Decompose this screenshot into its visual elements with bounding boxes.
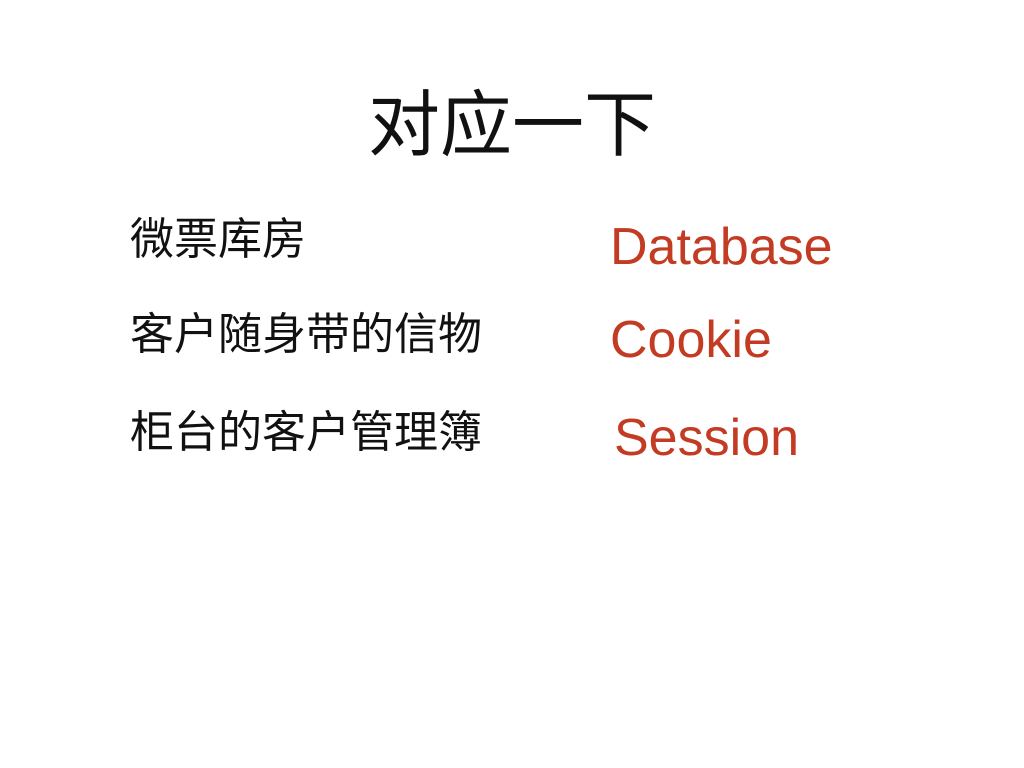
mapping-row-database: 微票库房 Database [0, 205, 1024, 285]
slide: 对应一下 微票库房 Database 客户随身带的信物 Cookie 柜台的客户… [0, 0, 1024, 768]
term-label: 客户随身带的信物 [130, 309, 482, 360]
mapping-label: Cookie [610, 311, 772, 369]
term-label: 柜台的客户管理簿 [130, 407, 482, 458]
mapping-row-session: 柜台的客户管理簿 Session [0, 398, 1024, 478]
mapping-label: Database [610, 218, 833, 276]
term-label: 微票库房 [130, 214, 306, 265]
mapping-label: Session [614, 409, 799, 467]
slide-title: 对应一下 [367, 83, 656, 167]
mapping-row-cookie: 客户随身带的信物 Cookie [0, 300, 1024, 380]
